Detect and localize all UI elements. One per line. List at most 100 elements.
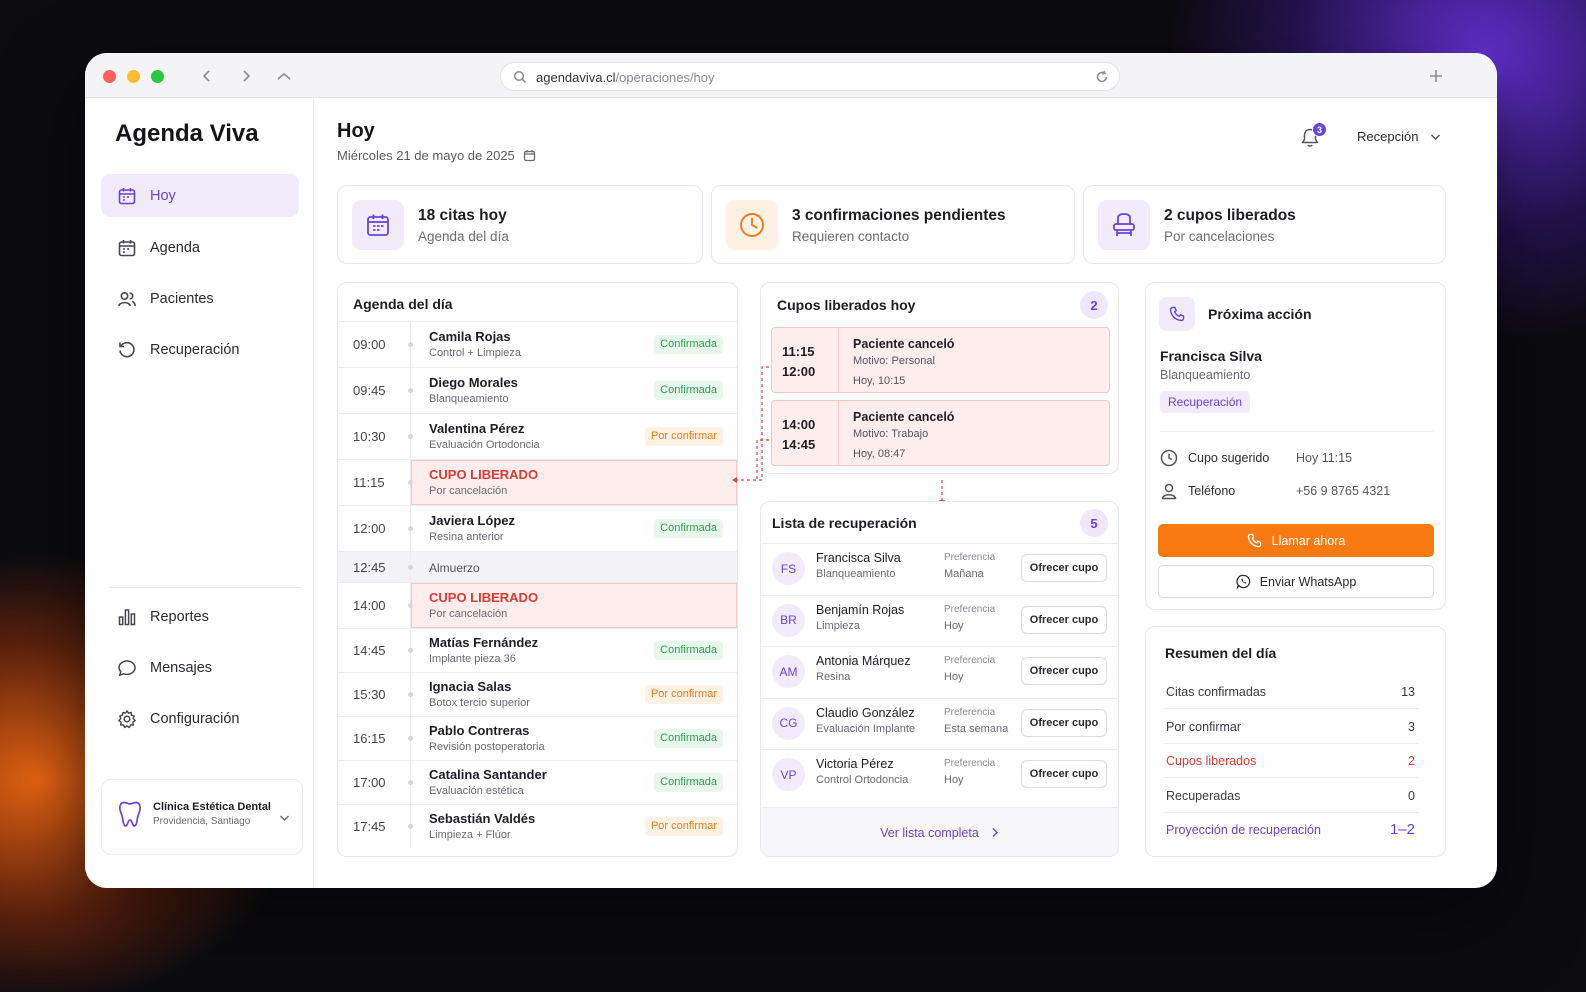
status-badge: Confirmada xyxy=(654,381,723,400)
agenda-row[interactable]: 09:00 Camila Rojas Control + Limpieza Confi… xyxy=(338,321,737,367)
agenda-row[interactable]: 14:45 Matías Fernández Implante pieza 36 Co… xyxy=(338,628,737,672)
preference-value: Hoy xyxy=(944,619,964,632)
agenda-row-freed[interactable]: 14:00 CUPO LIBERADO Por cancelación xyxy=(338,582,737,628)
role-selector[interactable]: Recepción xyxy=(1357,129,1441,144)
minimize-window-button[interactable] xyxy=(127,70,140,83)
sidebar-item-mensajes[interactable]: Mensajes xyxy=(101,646,299,689)
recovery-row: AM Antonia Márquez Resina Preferencia Hoy Ofr… xyxy=(761,646,1118,697)
agenda-row[interactable]: 17:45 Sebastián Valdés Limpieza + Flúor Por… xyxy=(338,804,737,848)
summary-label: Recuperadas xyxy=(1166,788,1241,803)
recovery-treatment: Limpieza xyxy=(816,619,861,632)
preference-label: Preferencia xyxy=(944,552,996,563)
agenda-treatment: Por cancelación xyxy=(429,485,508,497)
sidebar-item-reportes[interactable]: Reportes xyxy=(101,595,299,638)
tab-overview-icon[interactable] xyxy=(273,65,295,87)
date-text: Miércoles 21 de mayo de 2025 xyxy=(337,148,515,163)
summary-value: 3 xyxy=(1408,719,1415,734)
call-now-button[interactable]: Llamar ahora xyxy=(1158,524,1434,557)
clinic-location: Providencia, Santiago xyxy=(153,816,251,827)
clinic-selector[interactable]: Clínica Estética Dental Providencia, San… xyxy=(101,779,303,855)
sidebar-item-pacientes[interactable]: Pacientes xyxy=(101,277,299,320)
see-full-list-link[interactable]: Ver lista completa xyxy=(761,807,1118,856)
offer-slot-button[interactable]: Ofrecer cupo xyxy=(1021,554,1107,582)
sidebar-item-label: Pacientes xyxy=(150,290,214,307)
offer-slot-button[interactable]: Ofrecer cupo xyxy=(1021,708,1107,737)
status-badge: Confirmada xyxy=(654,729,723,748)
status-badge: Confirmada xyxy=(654,641,723,660)
offer-slot-button[interactable]: Ofrecer cupo xyxy=(1021,605,1107,634)
recovery-patient-name: Benjamín Rojas xyxy=(816,602,905,617)
phone-icon xyxy=(1247,533,1262,548)
sidebar-item-recuperacion[interactable]: Recuperación xyxy=(101,328,299,371)
page-title: Hoy xyxy=(337,120,375,142)
sidebar-item-label: Agenda xyxy=(150,239,200,256)
sidebar-item-configuracion[interactable]: Configuración xyxy=(101,697,299,740)
whatsapp-button[interactable]: Enviar WhatsApp xyxy=(1158,565,1434,598)
agenda-patient-name: Matías Fernández xyxy=(429,635,539,650)
sidebar-item-label: Mensajes xyxy=(150,659,213,676)
stat-card-citas[interactable]: 18 citas hoy Agenda del día xyxy=(337,185,703,264)
agenda-treatment: Por cancelación xyxy=(429,608,508,620)
agenda-row[interactable]: 15:30 Ignacia Salas Botox tercio superior P… xyxy=(338,672,737,716)
agenda-patient-name: Javiera López xyxy=(429,513,515,528)
agenda-row[interactable]: 10:30 Valentina Pérez Evaluación Ortodonci… xyxy=(338,413,737,459)
address-bar[interactable]: agendaviva.cl/operaciones/hoy xyxy=(500,62,1120,91)
agenda-patient-name: CUPO LIBERADO xyxy=(429,467,539,482)
notifications-button[interactable]: 3 xyxy=(1300,122,1327,150)
agenda-patient-name: Ignacia Salas xyxy=(429,679,512,694)
sidebar: Agenda Viva Hoy Agenda Pacientes Recuper… xyxy=(85,98,314,888)
status-badge: Por confirmar xyxy=(644,817,723,836)
reload-icon[interactable] xyxy=(1095,70,1109,87)
stat-title: 2 cupos liberados xyxy=(1164,207,1296,224)
summary-row: Citas confirmadas 13 xyxy=(1164,675,1419,709)
status-badge: Por confirmar xyxy=(644,427,723,446)
preference-label: Preferencia xyxy=(944,603,996,615)
summary-row: Recuperadas 0 xyxy=(1164,779,1419,813)
recovery-row: FS Francisca Silva Blanqueamiento Preferenc… xyxy=(761,543,1118,594)
stat-card-confirmaciones[interactable]: 3 confirmaciones pendientes Requieren co… xyxy=(711,185,1075,264)
summary-value: 2 xyxy=(1408,754,1415,768)
back-icon[interactable] xyxy=(196,65,218,87)
page-date: Miércoles 21 de mayo de 2025 xyxy=(337,148,536,163)
agenda-patient-name: CUPO LIBERADO xyxy=(429,590,539,605)
slot-value: Hoy 11:15 xyxy=(1296,451,1353,465)
agenda-treatment: Evaluación Ortodoncia xyxy=(429,439,540,451)
summary-value: 0 xyxy=(1408,788,1415,803)
agenda-treatment: Limpieza + Flúor xyxy=(429,829,511,841)
agenda-row[interactable]: 17:00 Catalina Santander Evaluación estéti… xyxy=(338,760,737,804)
recovery-row: VP Victoria Pérez Control Ortodoncia Prefer… xyxy=(761,749,1118,800)
offer-slot-button[interactable]: Ofrecer cupo xyxy=(1021,657,1107,685)
preference-value: Esta semana xyxy=(944,722,1009,735)
search-icon xyxy=(513,70,527,87)
whatsapp-icon xyxy=(1236,574,1251,589)
recovery-treatment: Control Ortodoncia xyxy=(816,774,909,786)
recovery-patient-name: Antonia Márquez xyxy=(816,654,911,668)
stat-card-cupos[interactable]: 2 cupos liberados Por cancelaciones xyxy=(1083,185,1446,264)
close-window-button[interactable] xyxy=(103,70,116,83)
recovery-treatment: Resina xyxy=(816,671,851,683)
agenda-row[interactable]: 12:00 Javiera López Resina anterior Confirm… xyxy=(338,505,737,551)
status-badge: Confirmada xyxy=(654,519,723,538)
maximize-window-button[interactable] xyxy=(151,70,164,83)
recovery-list-card: Lista de recuperación 5 FS Francisca Silv… xyxy=(760,501,1119,857)
agenda-row[interactable]: 09:45 Diego Morales Blanqueamiento Confirma… xyxy=(338,367,737,413)
clock-icon xyxy=(726,200,778,250)
sidebar-item-hoy[interactable]: Hoy xyxy=(101,174,299,217)
avatar: VP xyxy=(772,758,805,791)
users-icon xyxy=(117,289,137,309)
agenda-row[interactable]: 16:15 Pablo Contreras Revisión postoperato… xyxy=(338,716,737,760)
status-badge: Por confirmar xyxy=(644,685,723,704)
freed-title: Cupos liberados hoy xyxy=(777,297,916,313)
calendar-icon[interactable] xyxy=(523,149,536,162)
new-tab-icon[interactable] xyxy=(1425,65,1447,87)
agenda-row-freed[interactable]: 11:15 CUPO LIBERADO Por cancelación xyxy=(338,459,737,505)
stat-subtitle: Por cancelaciones xyxy=(1164,229,1275,244)
clock-icon xyxy=(1160,449,1178,472)
agenda-time: 16:15 xyxy=(353,731,386,746)
sidebar-divider xyxy=(109,587,301,588)
brand-logo: Agenda Viva xyxy=(115,120,259,147)
forward-icon[interactable] xyxy=(235,65,257,87)
sidebar-item-agenda[interactable]: Agenda xyxy=(101,226,299,269)
offer-slot-button[interactable]: Ofrecer cupo xyxy=(1021,760,1107,788)
agenda-time: 09:00 xyxy=(353,337,386,352)
